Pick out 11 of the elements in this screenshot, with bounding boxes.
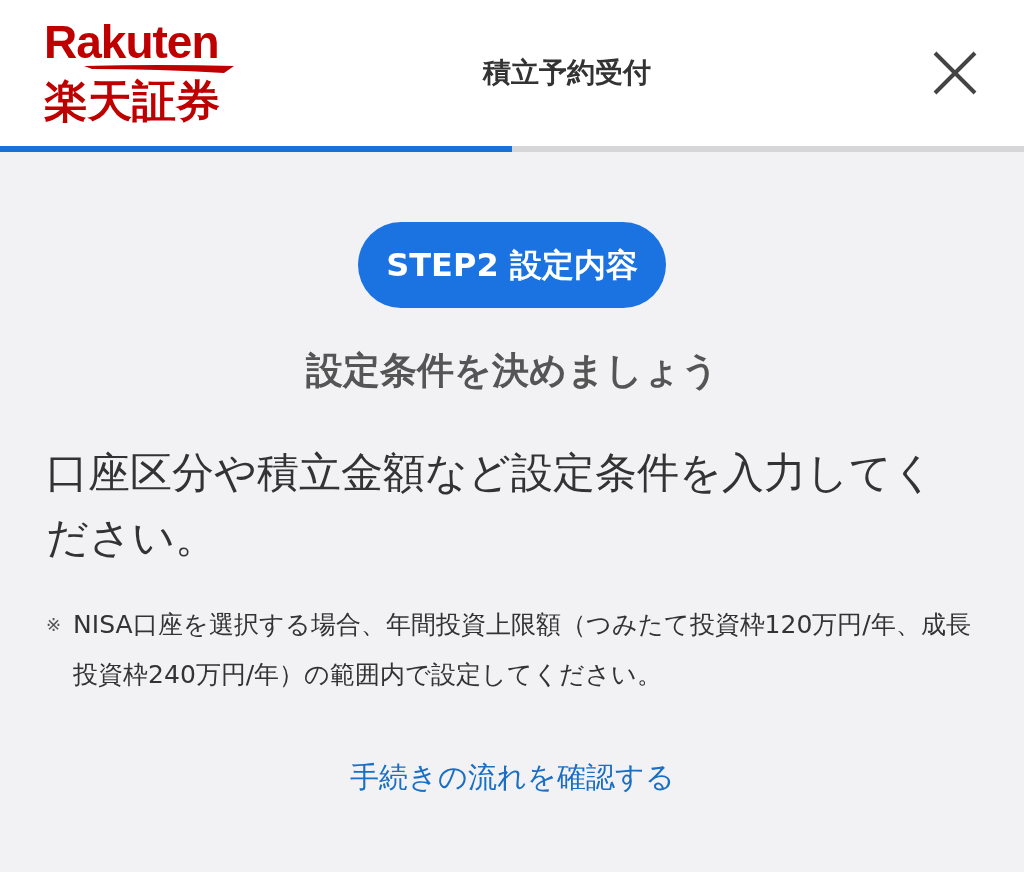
heading: 設定条件を決めましょう [304,348,720,394]
note-mark: ※ [46,613,62,637]
note-text: NISA口座を選択する場合、年間投資上限額（つみたて投資枠120万円/年、成長投資枠240万円/年）の範囲内で設定してください。 [73,609,972,691]
swoosh-icon [84,64,234,74]
procedure-link[interactable]: 手続きの流れを確認する [349,758,675,798]
logo-wordmark: Rakuten [44,20,220,64]
close-icon [931,49,979,97]
description: 口座区分や積立金額など設定条件を入力してください。 [46,447,936,564]
logo-text: 楽天証券 [44,76,221,126]
page-title: 積立予約受付 [481,55,652,91]
step-badge: STEP2 設定内容 [358,222,666,308]
